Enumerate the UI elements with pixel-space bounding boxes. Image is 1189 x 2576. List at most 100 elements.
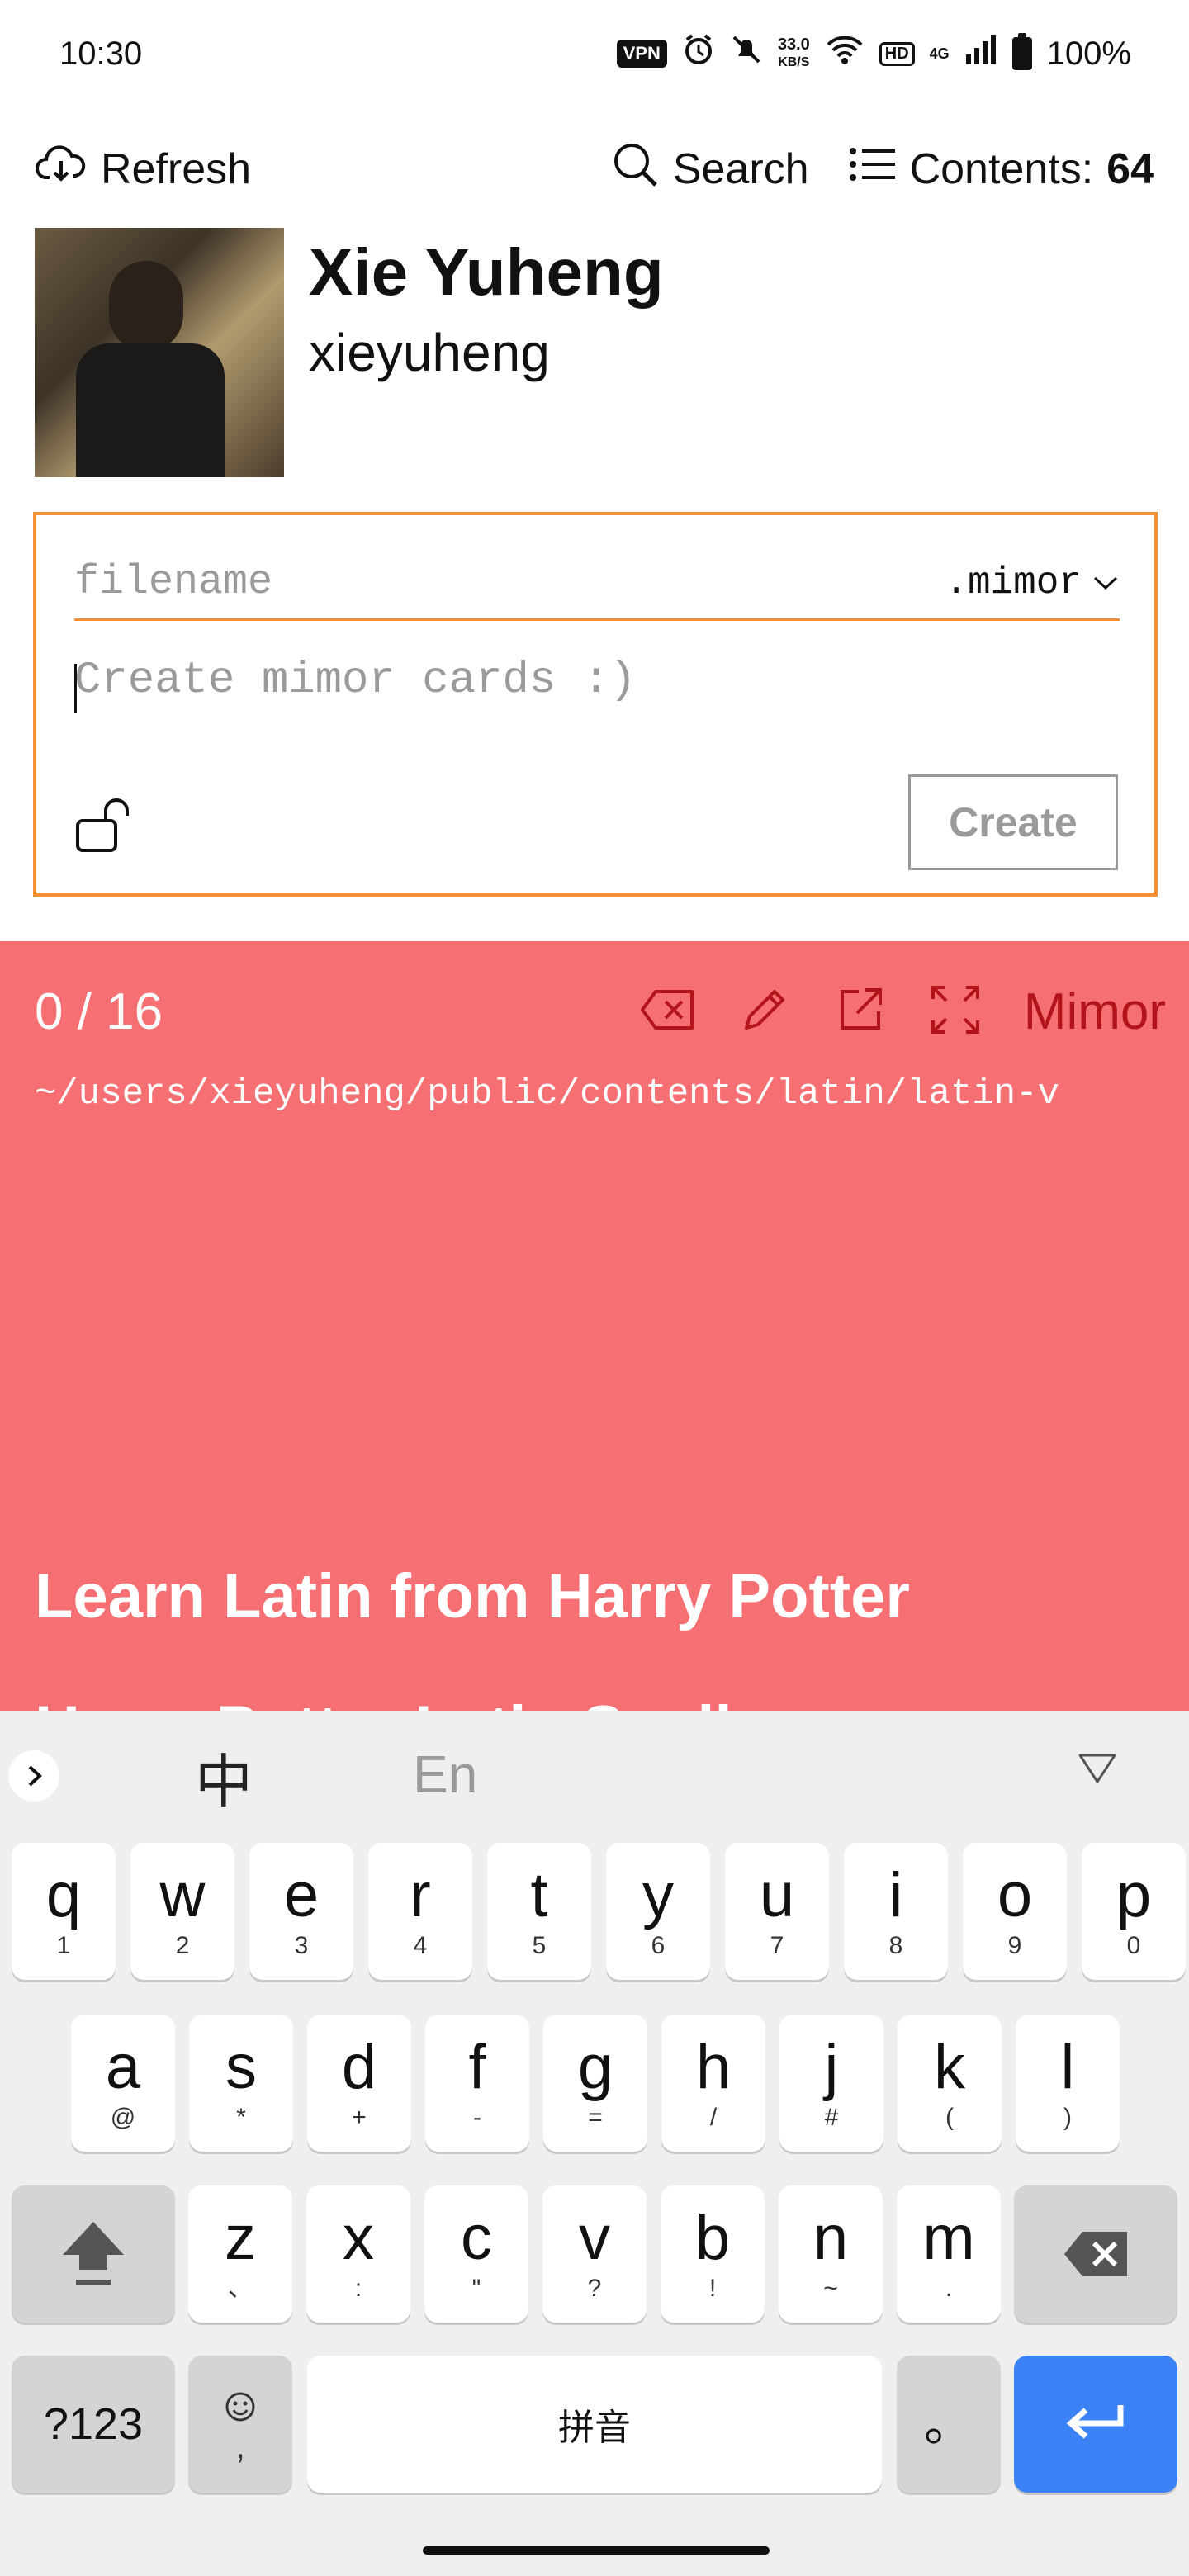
key-sub-label: 0 (1126, 1932, 1141, 1959)
create-button[interactable]: Create (908, 774, 1118, 870)
key-sub-label: 3 (294, 1932, 309, 1959)
key-k[interactable]: k( (898, 2015, 1002, 2152)
profile-header: Xie Yuheng xieyuheng (35, 228, 664, 477)
key-d[interactable]: d + (307, 2015, 411, 2152)
signal-icon (964, 33, 997, 74)
key-sub-label: 4 (413, 1932, 428, 1959)
period-label: 。 (924, 2396, 973, 2451)
key-sub-label: 、 (228, 2275, 253, 2302)
key-m[interactable]: m. (897, 2185, 1001, 2323)
delete-icon[interactable] (639, 988, 695, 1035)
key-sub-label: 5 (532, 1932, 547, 1959)
chinese-toggle[interactable]: 中 (195, 1735, 253, 1819)
panel-toolbar: 0 / 16 Mimor (35, 974, 1166, 1049)
key-main-label: d (341, 2032, 377, 2102)
key-p[interactable]: p0 (1082, 1843, 1186, 1980)
signal-label: 4G (929, 45, 950, 62)
key-main-label: u (759, 1860, 795, 1930)
key-v[interactable]: v? (542, 2185, 647, 2323)
shift-key[interactable] (12, 2185, 175, 2323)
key-q[interactable]: q1 (12, 1843, 116, 1980)
enter-key[interactable] (1014, 2356, 1177, 2493)
key-w[interactable]: w2 (130, 1843, 234, 1980)
avatar[interactable] (35, 228, 284, 477)
key-sub-label: . (945, 2275, 953, 2302)
hide-keyboard-icon[interactable] (1077, 1750, 1118, 1791)
symbols-label: ?123 (43, 2399, 144, 2449)
key-a[interactable]: a @ (71, 2015, 175, 2152)
key-o[interactable]: o9 (963, 1843, 1067, 1980)
key-sub-label: 8 (888, 1932, 903, 1959)
battery-percent: 100% (1046, 35, 1131, 72)
period-key[interactable]: 。 (897, 2356, 1001, 2493)
key-t[interactable]: t5 (487, 1843, 591, 1980)
key-sub-label: ( (945, 2104, 954, 2131)
key-sub-label: * (236, 2104, 246, 2131)
unlock-icon[interactable] (74, 796, 135, 858)
backspace-key[interactable] (1014, 2185, 1177, 2323)
key-i[interactable]: i8 (844, 1843, 948, 1980)
key-sub-label: # (824, 2104, 839, 2131)
key-g[interactable]: g = (543, 2015, 647, 2152)
key-b[interactable]: b! (661, 2185, 765, 2323)
edit-pencil-icon[interactable] (738, 983, 791, 1040)
home-indicator[interactable] (423, 2546, 770, 2555)
hd-badge: HD (879, 41, 915, 66)
mute-icon (730, 33, 763, 74)
key-sub-label: 2 (175, 1932, 190, 1959)
key-l[interactable]: l) (1016, 2015, 1120, 2152)
key-sub-label: @ (110, 2104, 136, 2131)
extension-select[interactable]: .mimor (945, 561, 1120, 604)
key-main-label: y (642, 1860, 674, 1930)
key-main-label: q (45, 1860, 82, 1930)
contents-button[interactable]: Contents: 64 (849, 144, 1154, 195)
emoji-key[interactable]: , (188, 2356, 292, 2493)
mimor-brand-label[interactable]: Mimor (1024, 983, 1166, 1041)
key-z[interactable]: z、 (188, 2185, 292, 2323)
vpn-badge: VPN (616, 40, 667, 68)
key-main-label: x (343, 2203, 374, 2273)
key-j[interactable]: j # (779, 2015, 883, 2152)
search-icon (610, 140, 660, 200)
key-y[interactable]: y6 (606, 1843, 710, 1980)
status-time: 10:30 (59, 35, 143, 72)
english-toggle[interactable]: En (413, 1744, 477, 1805)
net-speed-unit: KB/S (778, 55, 810, 69)
key-main-label: n (812, 2203, 849, 2273)
alarm-icon (682, 33, 715, 74)
key-main-label: b (694, 2203, 731, 2273)
key-h[interactable]: h / (661, 2015, 765, 2152)
search-button[interactable]: Search (610, 140, 809, 200)
key-c[interactable]: c " (424, 2185, 528, 2323)
symbols-key[interactable]: ?123 (12, 2356, 175, 2493)
battery-icon (1011, 33, 1032, 70)
file-path: ~/users/xieyuheng/public/contents/latin/… (35, 1073, 1060, 1115)
key-s[interactable]: s * (189, 2015, 293, 2152)
key-sub-label: - (473, 2104, 481, 2131)
key-main-label: s (225, 2032, 257, 2102)
status-icons: VPN 33.0 KB/S HD 4G 100% (616, 33, 1131, 74)
card-pager: 0 / 16 (35, 983, 163, 1040)
key-r[interactable]: r4 (368, 1843, 472, 1980)
key-main-label: l (1060, 2032, 1075, 2102)
open-external-icon[interactable] (834, 983, 887, 1040)
key-x[interactable]: x: (306, 2185, 410, 2323)
space-key[interactable]: 拼音 (307, 2356, 882, 2493)
key-n[interactable]: n ~ (779, 2185, 883, 2323)
key-main-label: z (225, 2203, 256, 2273)
key-main-label: k (934, 2032, 965, 2102)
panel-actions: Mimor (639, 983, 1166, 1041)
key-u[interactable]: u7 (725, 1843, 829, 1980)
refresh-button[interactable]: Refresh (35, 141, 251, 198)
top-nav: Refresh Search Contents: 64 (0, 132, 1189, 206)
cards-textarea[interactable] (74, 656, 1115, 722)
create-card-editor: .mimor Create (33, 512, 1158, 897)
fullscreen-icon[interactable] (930, 984, 981, 1039)
key-main-label: w (159, 1860, 206, 1930)
status-bar: 10:30 VPN 33.0 KB/S HD 4G 100% (0, 0, 1189, 107)
key-f[interactable]: f- (425, 2015, 529, 2152)
key-e[interactable]: e3 (249, 1843, 353, 1980)
filename-input[interactable] (74, 559, 735, 606)
key-sub-label: 6 (651, 1932, 666, 1959)
keyboard-expand-button[interactable] (8, 1750, 59, 1802)
